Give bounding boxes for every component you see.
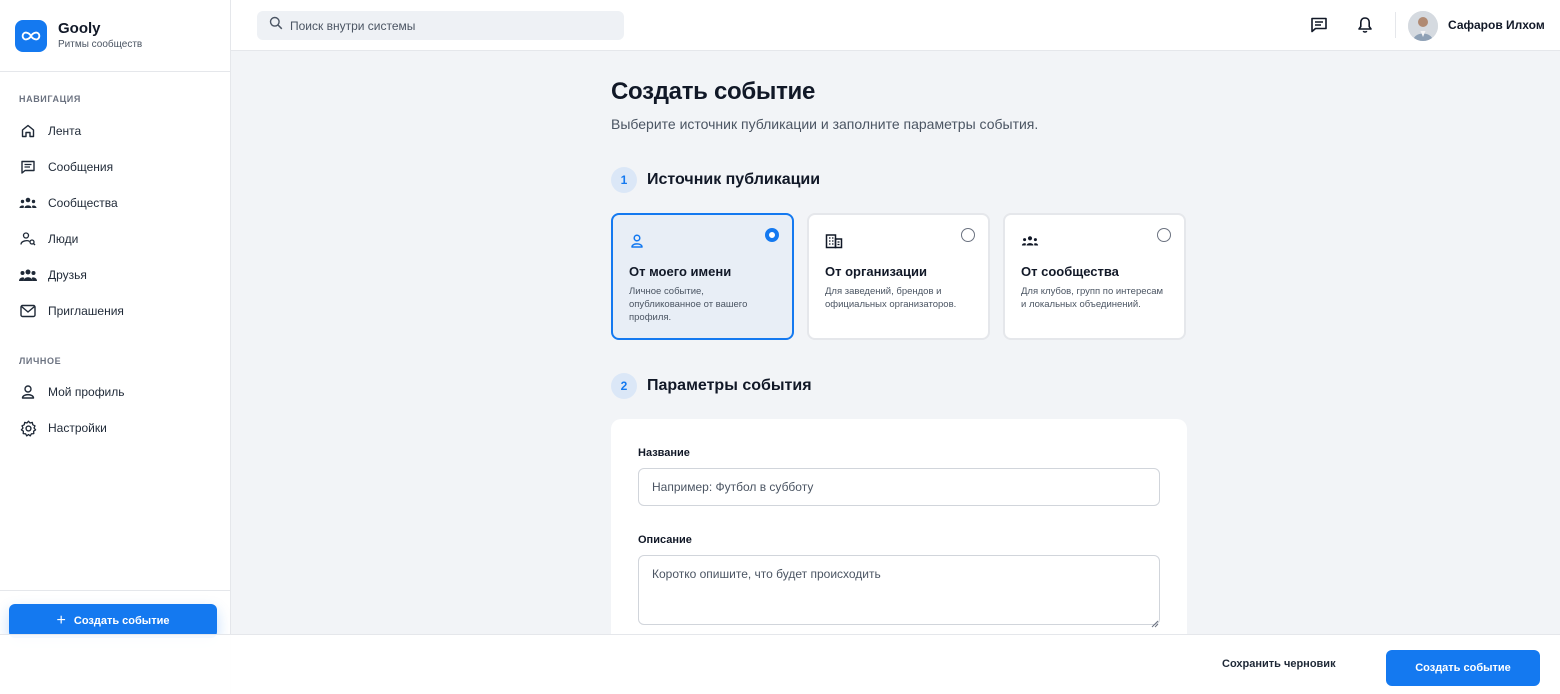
step-publication-source: 1 Источник публикации — [611, 167, 820, 193]
sidebar-item-label: Приглашения — [48, 304, 124, 318]
sidebar-item-friends[interactable]: Друзья — [0, 257, 230, 293]
source-card-community[interactable]: От сообщества Для клубов, групп по интер… — [1003, 213, 1186, 340]
sidebar-item-profile[interactable]: Мой профиль — [0, 374, 230, 410]
nav-section-label: НАВИГАЦИЯ — [19, 94, 81, 104]
name-label: Название — [638, 447, 690, 459]
brand-name: Gooly — [58, 20, 101, 37]
brand[interactable]: Gooly Ритмы сообществ — [0, 0, 230, 72]
search-icon — [269, 16, 283, 35]
action-bar: Сохранить черновик Создать событие — [0, 634, 1560, 694]
description-label: Описание — [638, 534, 692, 546]
page-subtitle: Выберите источник публикации и заполните… — [611, 116, 1039, 132]
sidebar: Gooly Ритмы сообществ НАВИГАЦИЯ Лента Со… — [0, 0, 231, 694]
sidebar-item-label: Мой профиль — [48, 385, 125, 399]
sidebar-item-settings[interactable]: Настройки — [0, 410, 230, 446]
source-card-organization[interactable]: От организации Для заведений, брендов и … — [807, 213, 990, 340]
sidebar-item-invitations[interactable]: Приглашения — [0, 293, 230, 329]
top-header: Сафаров Илхом — [231, 0, 1560, 51]
personal-section-label: ЛИЧНОЕ — [19, 356, 62, 366]
person-icon — [629, 232, 647, 250]
sidebar-create-event-label: Создать событие — [73, 615, 170, 627]
communities-icon — [19, 194, 37, 212]
step-title: Источник публикации — [647, 171, 821, 188]
sidebar-item-label: Друзья — [48, 268, 87, 282]
source-card-personal[interactable]: От моего имени Личное событие, опубликов… — [611, 213, 794, 340]
sidebar-item-messages[interactable]: Сообщения — [0, 149, 230, 185]
avatar[interactable] — [1408, 11, 1438, 41]
sidebar-item-label: Сообщества — [48, 196, 118, 210]
brand-subtitle: Ритмы сообществ — [58, 39, 143, 50]
create-event-button[interactable]: Создать событие — [1386, 650, 1540, 686]
messages-icon[interactable] — [1309, 15, 1329, 35]
source-description: Для заведений, брендов и официальных орг… — [825, 286, 957, 310]
radio-button[interactable] — [961, 228, 975, 242]
sidebar-create-event-button[interactable]: + Создать событие — [9, 604, 217, 638]
sidebar-item-label: Настройки — [48, 421, 107, 435]
sidebar-item-label: Люди — [48, 232, 79, 246]
sidebar-item-feed[interactable]: Лента — [0, 113, 230, 149]
step-title: Параметры события — [647, 377, 812, 394]
bell-icon[interactable] — [1355, 15, 1375, 35]
source-description: Личное событие, опубликованное от вашего… — [629, 286, 748, 323]
step-event-parameters: 2 Параметры события — [611, 373, 812, 399]
group-icon — [1021, 232, 1039, 250]
step-number: 2 — [611, 373, 637, 399]
sidebar-item-people[interactable]: Люди — [0, 221, 230, 257]
radio-button[interactable] — [1157, 228, 1171, 242]
header-divider — [1395, 12, 1396, 38]
sidebar-item-label: Сообщения — [48, 160, 114, 174]
settings-icon — [19, 419, 37, 437]
user-name[interactable]: Сафаров Илхом — [1448, 18, 1545, 32]
resize-handle-icon[interactable] — [1151, 615, 1159, 628]
source-title: От моего имени — [629, 264, 732, 279]
people-search-icon — [19, 230, 37, 248]
building-icon — [825, 232, 843, 250]
save-draft-button[interactable]: Сохранить черновик — [1222, 658, 1336, 670]
home-icon — [19, 122, 37, 140]
search-input[interactable] — [290, 18, 610, 33]
radio-button[interactable] — [765, 228, 779, 242]
plus-icon: + — [56, 612, 66, 629]
source-title: От сообщества — [1021, 264, 1119, 279]
step-number: 1 — [611, 167, 637, 193]
profile-icon — [19, 383, 37, 401]
source-description: Для клубов, групп по интересам и локальн… — [1021, 286, 1164, 310]
create-event-label: Создать событие — [1415, 662, 1511, 674]
event-description-input[interactable] — [638, 555, 1160, 625]
message-icon — [19, 158, 37, 176]
infinity-logo-icon — [15, 19, 47, 52]
page-title: Создать событие — [611, 78, 816, 105]
source-title: От организации — [825, 264, 927, 279]
search-bar[interactable] — [257, 11, 624, 40]
friends-icon — [19, 266, 37, 284]
sidebar-item-communities[interactable]: Сообщества — [0, 185, 230, 221]
sidebar-item-label: Лента — [48, 124, 82, 138]
event-name-input[interactable] — [638, 468, 1160, 506]
source-options: От моего имени Личное событие, опубликов… — [611, 213, 1187, 340]
mail-icon — [19, 302, 37, 320]
